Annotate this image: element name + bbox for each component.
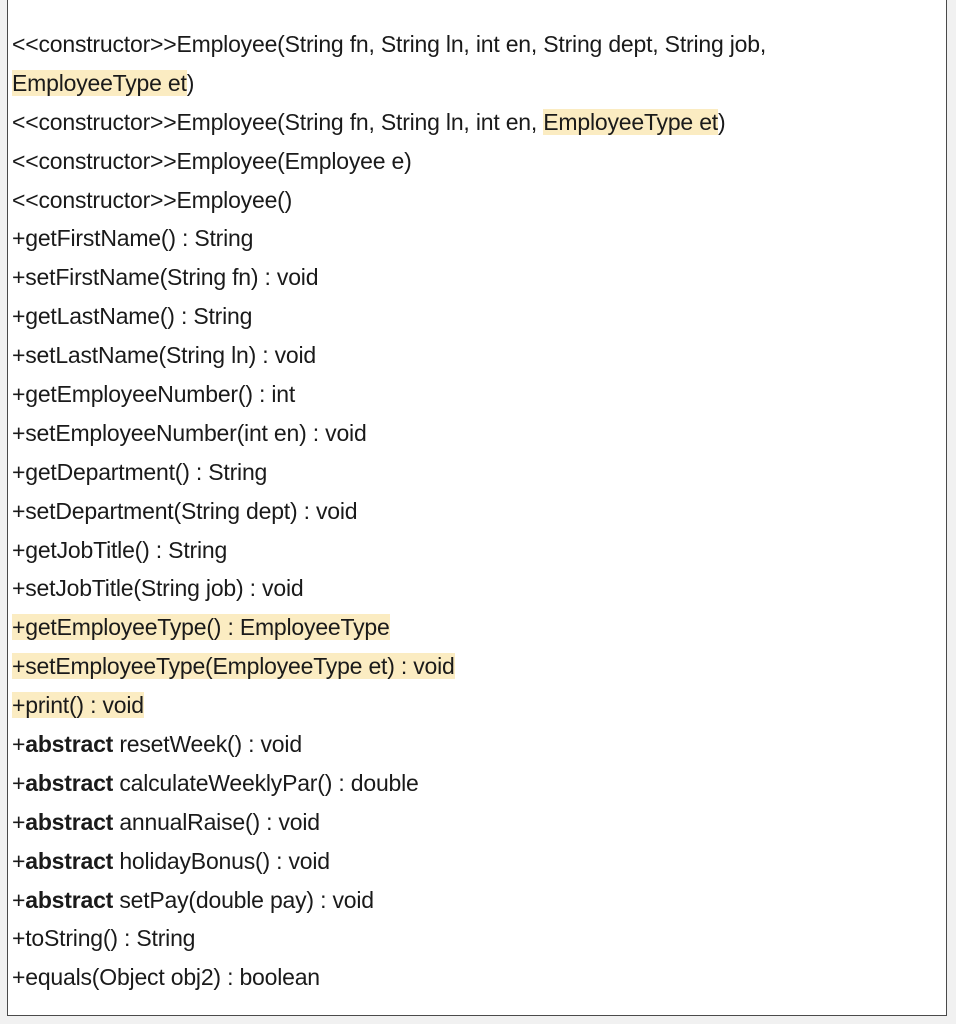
- method-text: +getJobTitle() : String: [12, 536, 228, 563]
- method-line: <<constructor>>Employee(): [12, 181, 932, 220]
- method-text: +print() : void: [12, 692, 144, 719]
- method-text: +toString() : String: [12, 925, 196, 952]
- method-text: +getLastName() : String: [12, 303, 253, 330]
- method-text: calculateWeeklyPar() : double: [113, 769, 419, 796]
- method-line: +getEmployeeNumber() : int: [12, 375, 932, 414]
- method-text: EmployeeType et: [12, 69, 187, 96]
- method-text: setPay(double pay) : void: [113, 886, 374, 913]
- method-line: +setLastName(String ln) : void: [12, 336, 932, 375]
- method-line: +abstract holidayBonus() : void: [12, 842, 932, 881]
- method-line: +getFirstName() : String: [12, 219, 932, 258]
- method-text: +setFirstName(String fn) : void: [12, 264, 319, 291]
- method-line: <<constructor>>Employee(String fn, Strin…: [12, 25, 932, 64]
- method-text: <<constructor>>Employee(Employee e): [12, 147, 412, 174]
- abstract-keyword: abstract: [25, 886, 114, 913]
- method-text: +getFirstName() : String: [12, 225, 254, 252]
- method-line: +print() : void: [12, 686, 932, 725]
- method-text: +setJobTitle(String job) : void: [12, 575, 304, 602]
- method-text: +setEmployeeType(EmployeeType et) : void: [12, 653, 455, 680]
- method-line: +equals(Object obj2) : boolean: [12, 958, 932, 997]
- method-line: +abstract resetWeek() : void: [12, 725, 932, 764]
- method-text: +: [12, 847, 26, 874]
- method-text: +setDepartment(String dept) : void: [12, 497, 358, 524]
- method-line: +setEmployeeNumber(int en) : void: [12, 414, 932, 453]
- abstract-keyword: abstract: [25, 731, 114, 758]
- abstract-keyword: abstract: [25, 847, 114, 874]
- method-line: +setEmployeeType(EmployeeType et) : void: [12, 647, 932, 686]
- method-line: <<constructor>>Employee(String fn, Strin…: [12, 103, 932, 142]
- method-line: +setFirstName(String fn) : void: [12, 258, 932, 297]
- method-text: +getEmployeeType() : EmployeeType: [12, 614, 390, 641]
- method-list: <<constructor>>Employee(String fn, Strin…: [12, 25, 932, 997]
- method-text: +equals(Object obj2) : boolean: [12, 964, 320, 991]
- method-text: EmployeeType et: [543, 108, 718, 135]
- method-line: +getJobTitle() : String: [12, 531, 932, 570]
- method-text: ): [717, 108, 726, 135]
- method-text: <<constructor>>Employee(): [12, 186, 293, 213]
- method-text: <<constructor>>Employee(String fn, Strin…: [12, 31, 767, 57]
- method-text: +: [12, 769, 26, 796]
- method-text: +: [12, 808, 26, 835]
- method-line: +setDepartment(String dept) : void: [12, 492, 932, 531]
- method-text: holidayBonus() : void: [113, 847, 330, 874]
- method-line: +abstract annualRaise() : void: [12, 803, 932, 842]
- page: <<constructor>>Employee(String fn, Strin…: [0, 0, 956, 1024]
- method-text: +setEmployeeNumber(int en) : void: [12, 419, 367, 446]
- method-text: <<constructor>>Employee(String fn, Strin…: [12, 108, 544, 135]
- abstract-keyword: abstract: [25, 769, 114, 796]
- method-text: resetWeek() : void: [113, 731, 302, 758]
- method-text: +getDepartment() : String: [12, 458, 268, 485]
- method-text: +getEmployeeNumber() : int: [12, 381, 296, 408]
- method-line: EmployeeType et): [12, 64, 932, 103]
- method-text: ): [186, 69, 195, 96]
- method-line: <<constructor>>Employee(Employee e): [12, 142, 932, 181]
- uml-class-methods-box: <<constructor>>Employee(String fn, Strin…: [7, 0, 947, 1016]
- method-line: +setJobTitle(String job) : void: [12, 569, 932, 608]
- method-line: +toString() : String: [12, 919, 932, 958]
- abstract-keyword: abstract: [25, 808, 114, 835]
- method-text: annualRaise() : void: [113, 808, 320, 835]
- method-line: +abstract calculateWeeklyPar() : double: [12, 764, 932, 803]
- method-line: +abstract setPay(double pay) : void: [12, 881, 932, 920]
- method-line: +getEmployeeType() : EmployeeType: [12, 608, 932, 647]
- method-text: +: [12, 731, 26, 758]
- method-line: +getDepartment() : String: [12, 453, 932, 492]
- method-text: +setLastName(String ln) : void: [12, 342, 316, 369]
- method-line: +getLastName() : String: [12, 297, 932, 336]
- method-text: +: [12, 886, 26, 913]
